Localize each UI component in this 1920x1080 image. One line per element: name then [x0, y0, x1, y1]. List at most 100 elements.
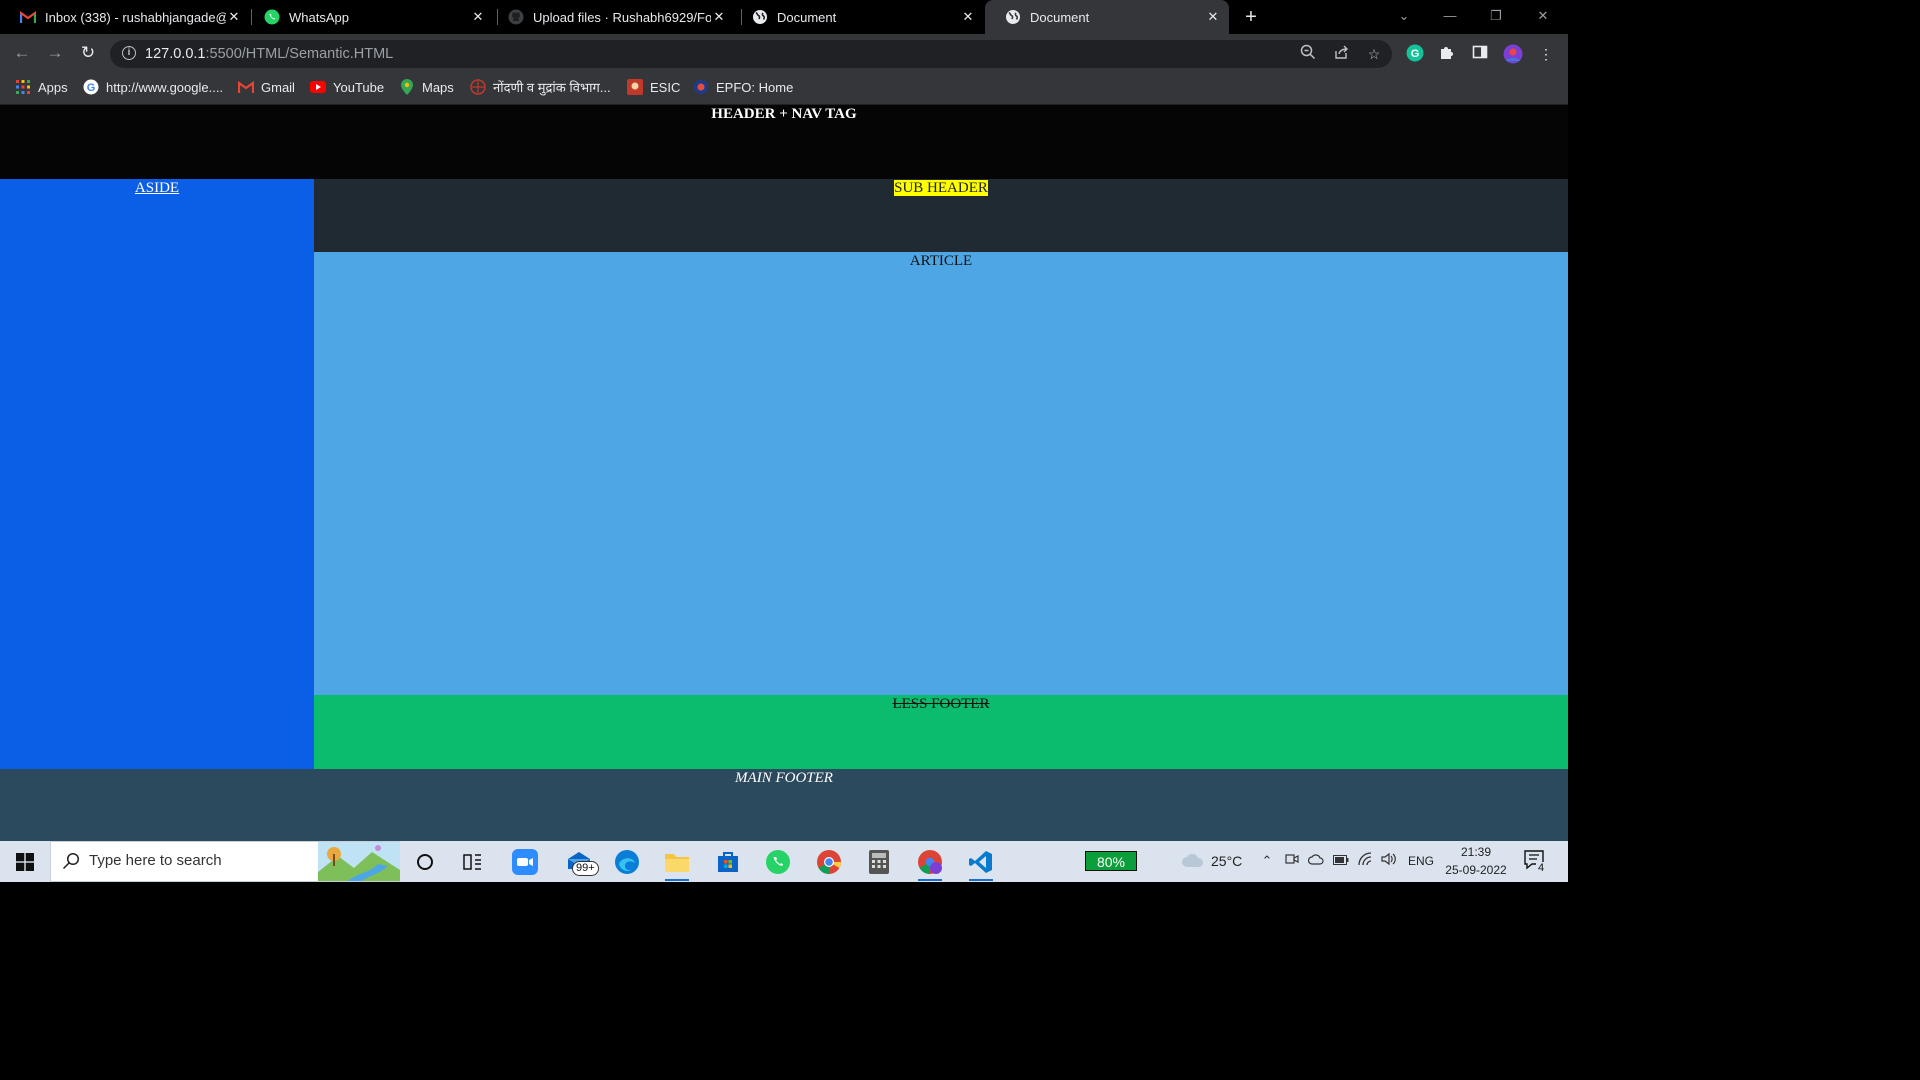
zoom-icon[interactable]	[1298, 44, 1318, 64]
edge-browser-icon[interactable]	[611, 846, 643, 878]
github-icon	[508, 9, 524, 25]
calculator-app-icon[interactable]	[863, 846, 895, 878]
grammarly-icon[interactable]: G	[1405, 44, 1425, 64]
chevron-up-icon[interactable]: ⌃	[1258, 852, 1276, 870]
notification-count: 4	[1536, 862, 1547, 874]
tab-title: Document	[777, 9, 837, 25]
globe-icon	[1005, 9, 1021, 25]
article-label: ARTICLE	[909, 253, 973, 269]
aside-label: ASIDE	[134, 180, 180, 196]
mail-app-icon[interactable]: 99+	[560, 846, 600, 878]
wifi-icon[interactable]	[1357, 852, 1375, 870]
restore-button[interactable]: ❐	[1473, 0, 1519, 34]
close-icon[interactable]: ✕	[711, 9, 727, 25]
cortana-icon[interactable]	[409, 846, 441, 878]
epfo-icon	[693, 79, 709, 95]
whatsapp-app-icon[interactable]	[762, 846, 794, 878]
tab-title: Upload files · Rushabh6929/Form	[533, 9, 711, 25]
extensions-puzzle-icon[interactable]	[1437, 44, 1457, 64]
minimize-button[interactable]: —	[1427, 0, 1473, 34]
bookmark-apps[interactable]: Apps	[15, 78, 68, 96]
search-icon	[62, 852, 80, 870]
tab-document-1[interactable]: Document ✕	[732, 0, 984, 34]
profile-avatar[interactable]	[1503, 44, 1523, 64]
tab-title: WhatsApp	[289, 9, 349, 25]
bookmark-label: YouTube	[333, 79, 385, 95]
search-placeholder: Type here to search	[89, 852, 222, 869]
maps-icon	[399, 79, 415, 95]
bookmark-label: Gmail	[261, 79, 295, 95]
tab-search-icon[interactable]: ⌄	[1381, 0, 1427, 34]
new-tab-button[interactable]: +	[1238, 4, 1264, 30]
share-icon[interactable]	[1331, 44, 1351, 64]
back-button[interactable]: ←	[9, 41, 35, 65]
url-host: 127.0.0.1	[145, 46, 206, 62]
svg-text:G: G	[87, 82, 96, 94]
tab-document-active[interactable]: Document ✕	[985, 0, 1229, 34]
close-icon[interactable]: ✕	[1205, 9, 1221, 25]
clock-date: 25-09-2022	[1445, 863, 1507, 877]
chrome-profile-app-icon[interactable]	[914, 846, 946, 881]
bookmark-esic[interactable]: ESIC	[627, 78, 680, 96]
battery-monitor-widget[interactable]: 80%	[1085, 851, 1137, 871]
active-app-indicator	[665, 879, 689, 881]
vscode-app-icon[interactable]	[965, 846, 997, 881]
battery-icon[interactable]	[1332, 852, 1350, 870]
chrome-app-icon[interactable]	[813, 846, 845, 878]
google-icon: G	[83, 79, 99, 95]
task-view-icon[interactable]	[457, 846, 489, 878]
close-icon[interactable]: ✕	[470, 9, 486, 25]
bookmark-star-icon[interactable]: ☆	[1364, 44, 1384, 64]
zoom-app-icon[interactable]	[509, 846, 541, 878]
weather-cloud-icon[interactable]	[1181, 852, 1205, 870]
close-window-button[interactable]: ✕	[1520, 0, 1566, 34]
youtube-icon	[310, 79, 326, 95]
volume-icon[interactable]	[1380, 852, 1398, 870]
chrome-menu-icon[interactable]: ⋮	[1536, 44, 1556, 64]
bookmark-maps[interactable]: Maps	[399, 78, 454, 96]
url-text[interactable]: 127.0.0.1:5500/HTML/Semantic.HTML	[145, 44, 393, 64]
bookmark-label: नोंदणी व मुद्रांक विभाग...	[493, 80, 611, 95]
apps-grid-icon	[15, 79, 31, 95]
onedrive-cloud-icon[interactable]	[1307, 852, 1325, 870]
forward-button[interactable]: →	[42, 41, 68, 65]
bookmark-label: Maps	[422, 79, 454, 95]
less-footer-label: LESS FOOTER	[892, 696, 990, 712]
tab-github-upload[interactable]: Upload files · Rushabh6929/Form ✕	[488, 0, 740, 34]
tab-gmail[interactable]: Inbox (338) - rushabhjangade@gmail.com ✕	[0, 0, 250, 34]
whatsapp-icon	[264, 9, 280, 25]
file-explorer-icon[interactable]	[661, 846, 693, 881]
meet-now-icon[interactable]	[1283, 852, 1301, 870]
bookmark-registration-dept[interactable]: नोंदणी व मुद्रांक विभाग...	[470, 78, 611, 96]
bookmark-label: EPFO: Home	[716, 79, 794, 95]
close-icon[interactable]: ✕	[226, 9, 242, 25]
bookmark-google[interactable]: G http://www.google....	[83, 78, 223, 96]
esic-icon	[627, 79, 643, 95]
bookmark-youtube[interactable]: YouTube	[310, 78, 384, 96]
header-nav-section: HEADER + NAV TAG	[0, 105, 1568, 180]
microsoft-store-icon[interactable]	[712, 846, 744, 878]
clock[interactable]: 21:39 25-09-2022	[1440, 843, 1512, 879]
windows-start-button[interactable]	[0, 841, 50, 882]
tab-whatsapp[interactable]: WhatsApp ✕	[244, 0, 494, 34]
search-highlight-illustration	[318, 842, 400, 881]
site-info-icon[interactable]: i	[122, 46, 136, 60]
bookmark-gmail[interactable]: Gmail	[238, 78, 295, 96]
side-panel-icon[interactable]	[1470, 44, 1490, 64]
main-footer-label: MAIN FOOTER	[735, 770, 833, 786]
less-footer-section: LESS FOOTER	[314, 695, 1568, 770]
header-nav-label: HEADER + NAV TAG	[711, 106, 857, 122]
windows-logo-icon	[16, 852, 34, 871]
notification-center-button[interactable]: 4	[1524, 850, 1548, 874]
bookmark-label: Apps	[38, 79, 68, 95]
emblem-icon	[470, 79, 486, 95]
language-indicator[interactable]: ENG	[1408, 852, 1434, 870]
gmail-icon	[20, 9, 36, 25]
reload-button[interactable]: ↻	[75, 41, 101, 65]
url-path: :5500/HTML/Semantic.HTML	[205, 46, 394, 62]
bookmark-epfo[interactable]: EPFO: Home	[693, 78, 793, 96]
weather-temperature[interactable]: 25°C	[1211, 851, 1242, 871]
bookmark-label: http://www.google....	[106, 79, 224, 95]
tab-title: Inbox (338) - rushabhjangade@gmail.com	[45, 9, 226, 25]
close-icon[interactable]: ✕	[960, 9, 976, 25]
